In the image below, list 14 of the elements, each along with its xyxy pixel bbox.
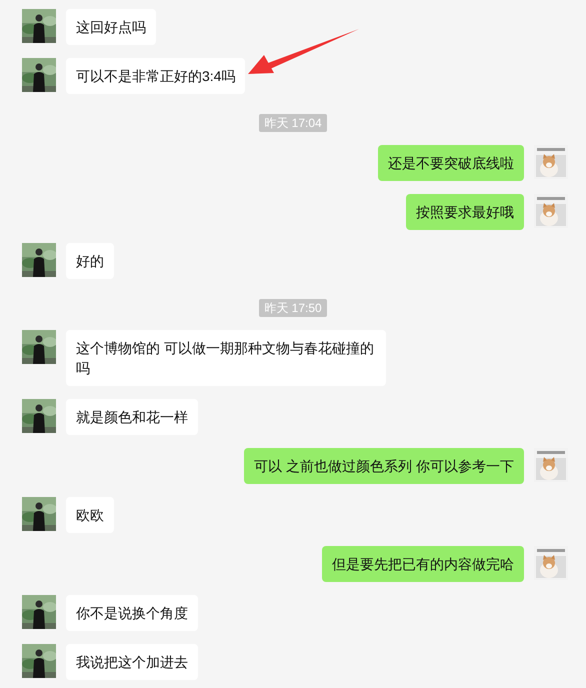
message-bubble: 还是不要突破底线啦 xyxy=(378,145,524,181)
timestamp: 昨天 17:50 xyxy=(259,299,327,317)
message-bubble: 但是要先把已有的内容做完哈 xyxy=(322,546,524,582)
message-bubble: 可以不是非常正好的3:4吗 xyxy=(66,58,246,94)
message-bubble: 就是颜色和花一样 xyxy=(66,399,198,435)
message-bubble: 你不是说换个角度 xyxy=(66,595,198,631)
message-bubble: 这回好点吗 xyxy=(66,9,156,45)
message-bubble: 欧欧 xyxy=(66,497,114,533)
message-bubble: 好的 xyxy=(66,243,114,279)
message-bubble: 这个博物馆的 可以做一期那种文物与春花碰撞的吗 xyxy=(66,330,386,386)
timestamp: 昨天 17:04 xyxy=(259,114,327,132)
message-bubble: 可以 之前也做过颜色系列 你可以参考一下 xyxy=(244,448,524,484)
message-bubble: 按照要求最好哦 xyxy=(406,194,524,230)
message-bubble: 我说把这个加进去 xyxy=(66,644,198,680)
